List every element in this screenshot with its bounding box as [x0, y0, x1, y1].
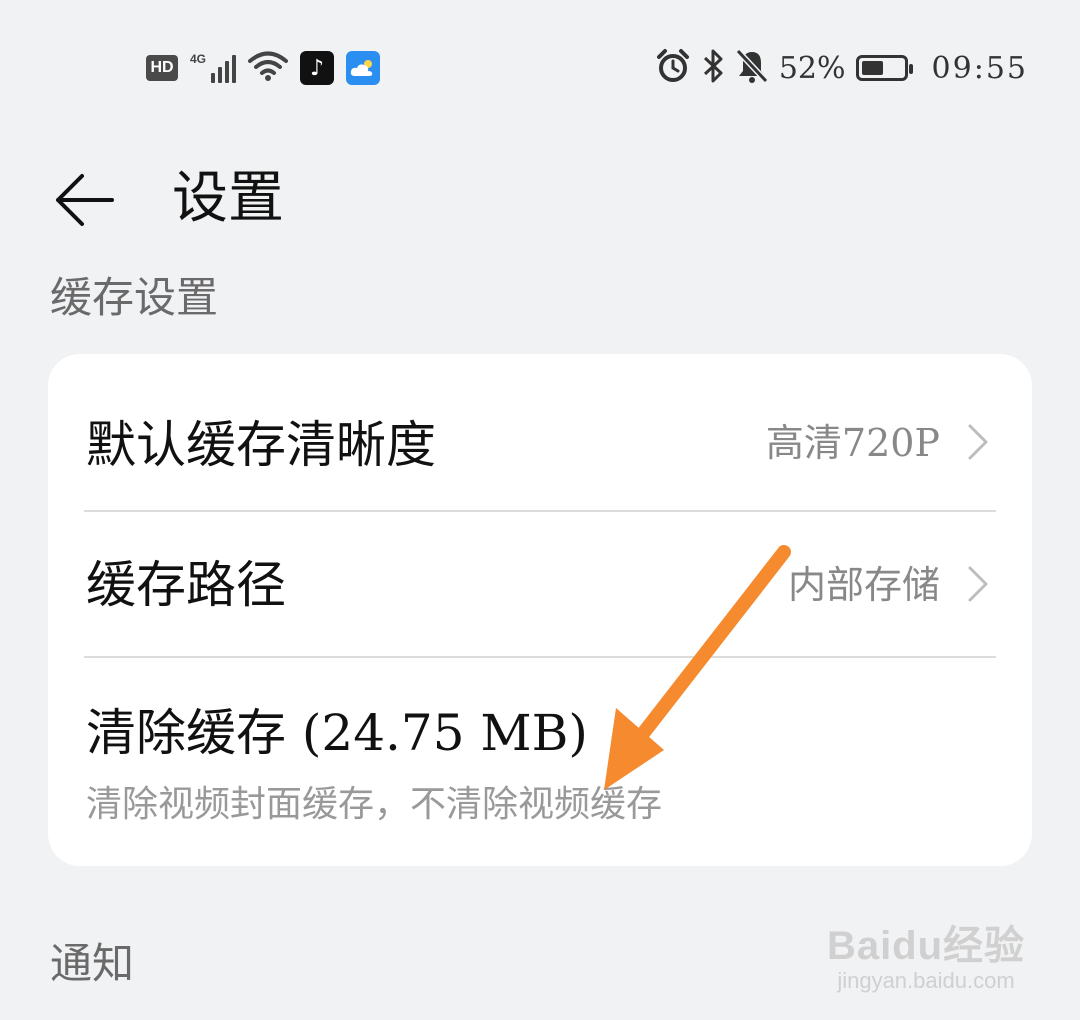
default-cache-quality-row[interactable]: 默认缓存清晰度 高清720P	[48, 354, 1032, 510]
clock: 09:55	[931, 50, 1028, 86]
clear-cache-label: 清除缓存 (24.75 MB)	[86, 704, 588, 762]
baidu-jingyan-watermark: Baidu经验 jingyan.baidu.com	[826, 924, 1026, 994]
default-cache-quality-value: 高清720P	[765, 421, 940, 465]
clear-cache-subtitle: 清除视频封面缓存，不清除视频缓存	[86, 784, 663, 825]
battery-percent: 52%	[778, 50, 846, 86]
section-title-cache: 缓存设置	[50, 273, 219, 322]
wifi-icon	[248, 50, 289, 86]
tiktok-icon: ♪	[300, 51, 335, 85]
hd-icon: HD	[146, 55, 178, 81]
watermark-brand: Baidu经验	[826, 924, 1026, 968]
status-bar-right: 52% 09:55	[655, 48, 1028, 88]
alarm-icon	[655, 48, 691, 88]
bluetooth-icon	[701, 48, 725, 88]
arrow-left-icon	[56, 174, 114, 226]
network-type-label: 4G	[190, 52, 207, 66]
watermark-url: jingyan.baidu.com	[837, 968, 1015, 993]
status-bar-left: HD 4G ♪	[146, 48, 381, 88]
section-title-notifications: 通知	[50, 939, 135, 988]
status-bar: HD 4G ♪ 52% 09:55	[0, 40, 1080, 96]
chevron-right-icon	[968, 566, 988, 602]
mute-bell-icon	[735, 48, 769, 88]
page-title: 设置	[172, 166, 284, 231]
back-button[interactable]	[50, 166, 118, 234]
cache-settings-card: 默认缓存清晰度 高清720P 缓存路径 内部存储 清除缓存 (24.75 MB)…	[48, 354, 1032, 866]
chevron-right-icon	[968, 424, 988, 460]
default-cache-quality-label: 默认缓存清晰度	[86, 416, 436, 474]
signal-icon: 4G	[190, 52, 237, 83]
clear-cache-row[interactable]: 清除缓存 (24.75 MB) 清除视频封面缓存，不清除视频缓存	[48, 658, 1032, 866]
app-header: 设置	[0, 160, 1080, 240]
cache-path-row[interactable]: 缓存路径 内部存储	[48, 512, 1032, 656]
battery-icon	[855, 55, 913, 81]
cache-path-label: 缓存路径	[86, 556, 286, 614]
weather-icon	[346, 51, 381, 85]
battery-level-fill	[861, 61, 883, 75]
cache-path-value: 内部存储	[787, 563, 940, 607]
